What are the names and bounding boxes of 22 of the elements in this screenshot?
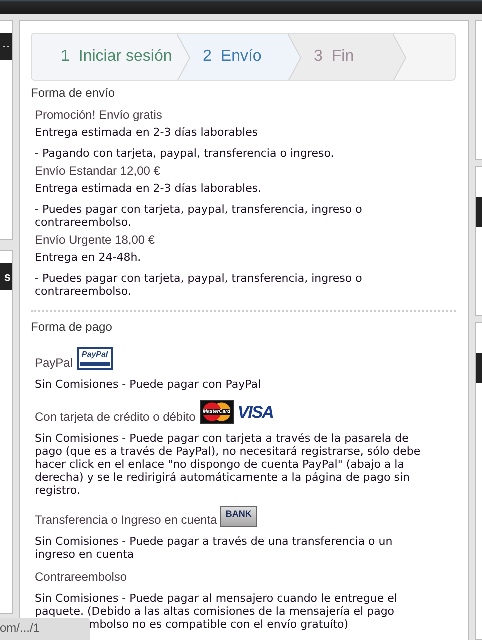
delivery-text: Entrega estimada en 2-3 días laborables. — [35, 182, 263, 195]
option-note: - Puedes pagar con tarjeta, paypal, transferencia, ingreso o contrareembolso. — [35, 203, 364, 229]
option-note: - Puedes pagar con tarjeta, paypal, transferencia, ingreso o contrareembolso. — [35, 272, 364, 298]
option-note: - Pagando con tarjeta, paypal, transferencia o ingreso. — [35, 147, 336, 160]
method-title: PayPal — [35, 356, 74, 370]
section-heading: Forma de pago — [31, 320, 114, 334]
bank-logo: BANK — [220, 506, 258, 527]
method-description: Sin Comisiones - Puede pagar con tarjeta a través de la pasarela de pago (que es a través de PayPal), no necesitará registrarse, sólo debe hacer click en el enlace "no dispongo de cuenta PayPal" (abajo a la derecha) y se le redirigirá automáticamente a la página de pago sin registro. — [35, 432, 422, 497]
paypal-logo: PayPal — [77, 347, 114, 370]
status-bar: om/.../1 — [0, 618, 90, 640]
delivery-text: Entrega estimada en 2-3 días laborables — [35, 126, 260, 139]
section-heading: Forma de envío — [31, 86, 116, 100]
option-title: Promoción! Envío gratis — [35, 108, 164, 122]
option-title: Envío Estandar 12,00 € — [35, 164, 162, 178]
method-description: Sin Comisiones - Puede pagar con PayPal — [35, 378, 262, 391]
visa-logo: VISA — [238, 402, 274, 424]
delivery-text: Entrega en 24-48h. — [35, 251, 142, 264]
option-title: Envío Urgente 18,00 € — [35, 233, 156, 247]
method-description: Sin Comisiones - Puede pagar a través de una transferencia o un ingreso en cuenta — [35, 535, 394, 561]
method-title: Transferencia o Ingreso en cuenta — [35, 513, 218, 527]
method-title: Con tarjeta de crédito o débito — [35, 410, 196, 424]
method-title: Contrareembolso — [35, 570, 128, 584]
